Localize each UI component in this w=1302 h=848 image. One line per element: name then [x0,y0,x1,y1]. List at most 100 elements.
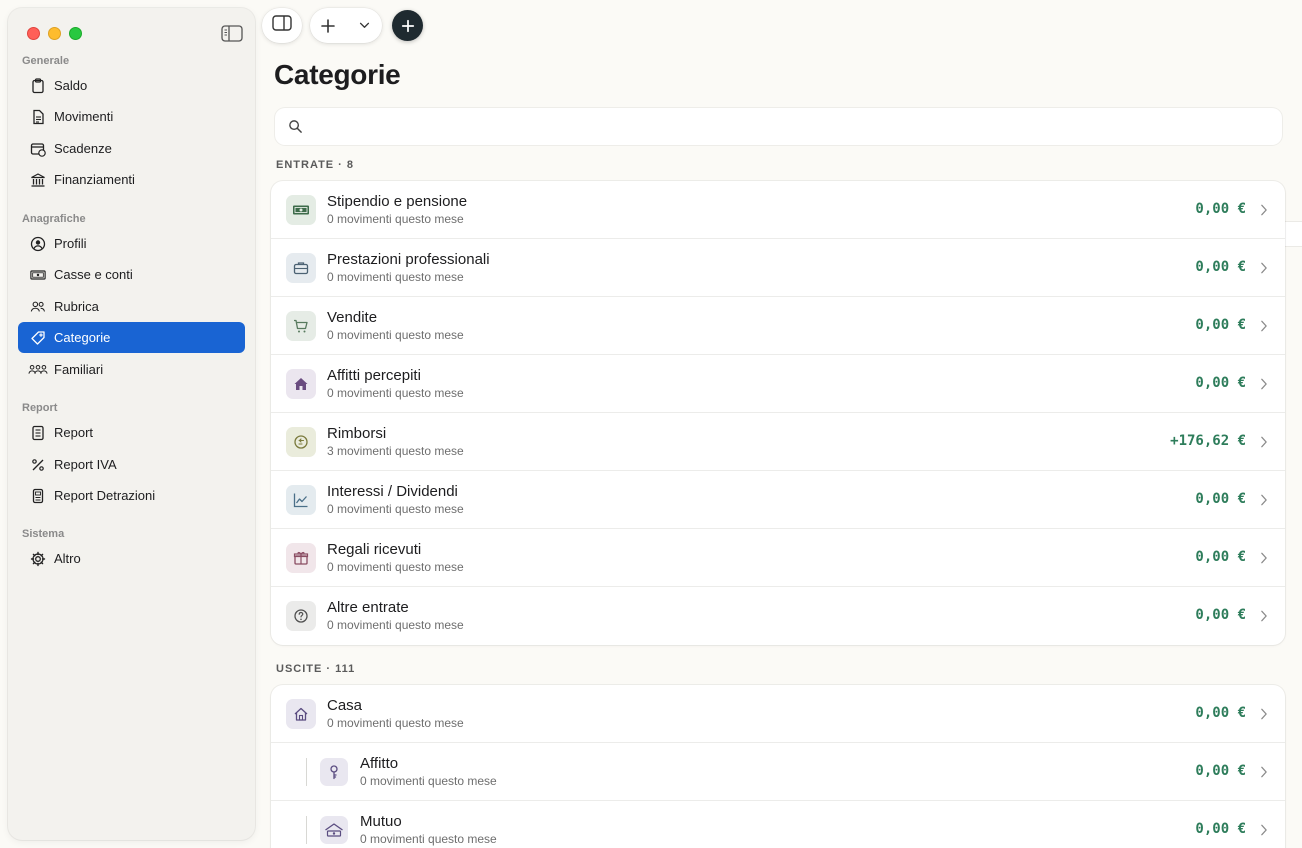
sidebar-item-label: Profili [54,236,87,251]
search-bar [275,108,1302,247]
gear-icon [28,551,48,567]
sidebar-item-label: Familiari [54,362,104,377]
category-subtitle: 0 movimenti questo mese [327,270,464,284]
sidebar-item-label: Report IVA [54,457,117,472]
sidebar-item-saldo[interactable]: Saldo [18,70,245,101]
new-item-button[interactable] [392,10,423,41]
document-icon [28,109,48,125]
list-item[interactable]: Affitti percepiti 0 movimenti questo mes… [271,355,1285,413]
list-item[interactable]: Stipendio e pensione 0 movimenti questo … [271,181,1285,239]
sidebar-item-scadenze[interactable]: Scadenze [18,133,245,164]
sidebar-item-label: Rubrica [54,299,99,314]
category-name: Prestazioni professionali [327,251,490,268]
page-title: Categorie [274,59,401,90]
list-item[interactable]: Mutuo 0 movimenti questo mese 0,00 € [271,801,1285,848]
category-name: Casa [327,697,363,714]
chevron-right-icon [1260,261,1270,275]
category-subtitle: 0 movimenti questo mese [327,386,464,400]
uscite-card: Casa 0 movimenti questo mese 0,00 € Affi… [271,685,1285,848]
category-amount: +176,62 € [1170,433,1246,449]
sidebar-item-profili[interactable]: Profili [18,228,245,259]
list-item[interactable]: Interessi / Dividendi 0 movimenti questo… [271,471,1285,529]
list-item[interactable]: Regali ricevuti 0 movimenti questo mese … [271,529,1285,587]
receipt-icon [28,488,48,504]
tree-connector [306,758,307,786]
plus-icon [401,19,414,32]
cart-icon [286,311,316,341]
inspector-toggle-button[interactable] [262,8,302,43]
list-item[interactable]: Casa 0 movimenti questo mese 0,00 € [271,685,1285,743]
category-amount: 0,00 € [1195,763,1246,779]
report-icon [28,425,48,441]
sidebar-item-movimenti[interactable]: Movimenti [18,101,245,132]
person-circle-icon [28,236,48,252]
entrate-card: Stipendio e pensione 0 movimenti questo … [271,181,1285,645]
category-name: Vendite [327,309,378,326]
add-options-dropdown[interactable] [346,22,382,29]
category-amount: 0,00 € [1195,607,1246,623]
zoom-window-button[interactable] [69,27,82,40]
category-name: Altre entrate [327,599,409,616]
panel-icon [272,15,292,36]
banknote-icon [28,267,48,283]
house-money-icon [320,816,348,844]
close-window-button[interactable] [27,27,40,40]
sidebar-item-label: Casse e conti [54,267,133,282]
list-item[interactable]: Altre entrate 0 movimenti questo mese 0,… [271,587,1285,645]
list-item[interactable]: Rimborsi 3 movimenti questo mese +176,62… [271,413,1285,471]
list-item[interactable]: Prestazioni professionali 0 movimenti qu… [271,239,1285,297]
category-subtitle: 0 movimenti questo mese [327,560,464,574]
gift-icon [286,543,316,573]
sidebar-item-familiari[interactable]: Familiari [18,354,245,385]
sidebar-item-label: Scadenze [54,141,112,156]
sidebar-item-casse-e-conti[interactable]: Casse e conti [18,259,245,290]
category-subtitle: 0 movimenti questo mese [327,618,464,632]
sidebar-item-rubrica[interactable]: Rubrica [18,291,245,322]
category-name: Mutuo [360,813,402,830]
list-item[interactable]: Affitto 0 movimenti questo mese 0,00 € [271,743,1285,801]
category-subtitle: 0 movimenti questo mese [327,328,464,342]
sidebar-item-categorie[interactable]: Categorie [18,322,245,353]
category-amount: 0,00 € [1195,821,1246,837]
category-amount: 0,00 € [1195,549,1246,565]
sidebar-item-report-detrazioni[interactable]: Report Detrazioni [18,480,245,511]
category-amount: 0,00 € [1195,375,1246,391]
sidebar-toggle-icon[interactable] [221,25,243,42]
sidebar: Generale Saldo Movimenti Scadenze Finanz… [8,8,255,840]
minimize-window-button[interactable] [48,27,61,40]
tag-icon [28,330,48,346]
category-amount: 0,00 € [1195,491,1246,507]
category-subtitle: 0 movimenti questo mese [327,212,464,226]
chevron-right-icon [1260,551,1270,565]
house-icon [286,699,316,729]
house-fill-icon [286,369,316,399]
sidebar-item-finanziamenti[interactable]: Finanziamenti [18,164,245,195]
group-label-uscite: USCITE · 111 [276,663,356,675]
add-button[interactable] [310,18,346,34]
category-subtitle: 0 movimenti questo mese [360,774,497,788]
category-subtitle: 0 movimenti questo mese [327,716,464,730]
briefcase-icon [286,253,316,283]
chevron-right-icon [1260,203,1270,217]
section-title-anagrafiche: Anagrafiche [22,213,86,225]
list-item[interactable]: Vendite 0 movimenti questo mese 0,00 € [271,297,1285,355]
chevron-right-icon [1260,707,1270,721]
category-amount: 0,00 € [1195,705,1246,721]
chart-line-icon [286,485,316,515]
chevron-right-icon [1260,609,1270,623]
sidebar-item-report[interactable]: Report [18,417,245,448]
people-icon [28,299,48,315]
sidebar-item-report-iva[interactable]: Report IVA [18,449,245,480]
section-title-generale: Generale [22,55,70,67]
chevron-right-icon [1260,823,1270,837]
add-menu-group [310,8,382,43]
sidebar-item-altro[interactable]: Altro [18,543,245,574]
category-name: Affitto [360,755,399,772]
calendar-clock-icon [28,141,48,157]
bank-icon [28,172,48,188]
category-name: Interessi / Dividendi [327,483,458,500]
clipboard-icon [28,77,48,94]
category-name: Affitti percepiti [327,367,421,384]
sidebar-item-label: Report Detrazioni [54,488,156,503]
key-icon [320,758,348,786]
